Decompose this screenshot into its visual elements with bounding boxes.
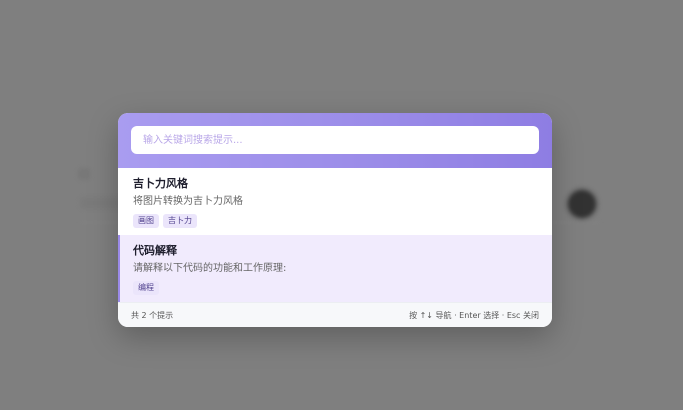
prompt-palette-dialog: 吉卜力风格 将图片转换为吉卜力风格 画图 吉卜力 代码解释 请解释以下代码的功能… [118,113,552,327]
tag-programming: 编程 [133,281,159,295]
result-item-code-explain[interactable]: 代码解释 请解释以下代码的功能和工作原理: 编程 [118,235,552,302]
background-avatar [568,190,596,218]
tag-ghibli: 吉卜力 [163,214,197,228]
results-list: 吉卜力风格 将图片转换为吉卜力风格 画图 吉卜力 代码解释 请解释以下代码的功能… [118,168,552,302]
palette-footer: 共 2 个提示 按 ↑↓ 导航 · Enter 选择 · Esc 关闭 [118,302,552,327]
result-description: 请解释以下代码的功能和工作原理: [133,263,287,274]
keyboard-hint: 按 ↑↓ 导航 · Enter 选择 · Esc 关闭 [409,310,539,320]
tag-row: 编程 [133,281,537,295]
palette-header [118,113,552,168]
tag-drawing: 画图 [133,214,159,228]
result-count: 共 2 个提示 [131,310,174,320]
background-icon [78,168,90,180]
tag-row: 画图 吉卜力 [133,214,537,228]
result-item-ghibli[interactable]: 吉卜力风格 将图片转换为吉卜力风格 画图 吉卜力 [118,168,552,235]
result-title: 吉卜力风格 [133,177,188,190]
search-input[interactable] [131,126,539,154]
result-title: 代码解释 [133,244,177,257]
result-description: 将图片转换为吉卜力风格 [133,196,243,207]
